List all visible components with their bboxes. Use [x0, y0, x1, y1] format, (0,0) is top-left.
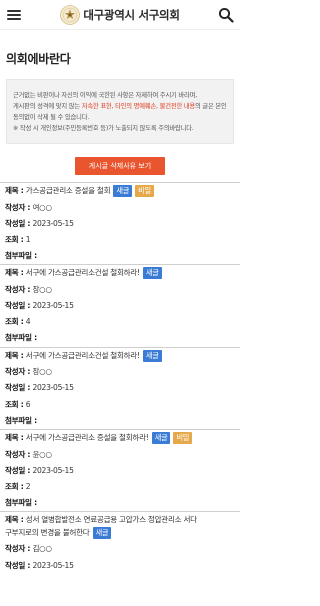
secret-badge: 비밀: [173, 432, 193, 444]
notice-line-1: 근거없는 비판이나 자신의 이익에 국한된 사항은 자제하여 주시기 바라며,: [13, 92, 198, 99]
secret-badge: 비밀: [135, 185, 154, 198]
post-date: 작성일 : 2023-05-15: [5, 560, 74, 570]
post-subject[interactable]: 제목 : 성서 열병합발전소 연료공급용 고압가스 정압관리소 서다 구부지로의 …: [5, 512, 235, 541]
post-item[interactable]: 제목 : 가스공급관리소 증설을 철회 새글 비밀 작성자 : 여○○ 작성일 …: [0, 183, 240, 264]
post-title[interactable]: 가스공급관리소 증설을 철회: [26, 186, 111, 195]
post-attachment: 첨부파일 :: [5, 333, 37, 343]
post-date: 작성일 : 2023-05-15: [5, 218, 74, 228]
site-logo[interactable]: 대구광역시 서구의회: [60, 4, 180, 25]
post-views: 조회 : 1: [5, 234, 31, 244]
search-icon[interactable]: [218, 7, 234, 23]
top-header: 대구광역시 서구의회: [0, 0, 240, 30]
post-subject[interactable]: 제목 : 서구에 가스공급관리소 증설을 철회하라! 새글 비밀: [5, 430, 235, 447]
board-notice: 근거없는 비판이나 자신의 이익에 국한된 사항은 자제하여 주시기 바라며, …: [6, 79, 234, 145]
post-subject[interactable]: 제목 : 서구에 가스공급관리소건설 철회하라! 새글: [5, 348, 235, 365]
post-title[interactable]: 서구에 가스공급관리소건설 철회하라!: [26, 351, 140, 360]
page-title: 의회에바란다: [6, 52, 71, 66]
post-date: 작성일 : 2023-05-15: [5, 301, 74, 311]
post-title[interactable]: 서구에 가스공급관리소 증설을 철회하라!: [26, 433, 149, 442]
new-badge: 새글: [92, 526, 112, 539]
post-author: 작성자 : 장○○: [5, 367, 52, 377]
council-seal-icon: [60, 4, 81, 25]
new-badge: 새글: [142, 349, 162, 362]
post-item[interactable]: 제목 : 성서 열병합발전소 연료공급용 고압가스 정압관리소 서다 구부지로의 …: [0, 512, 240, 573]
post-date: 작성일 : 2023-05-15: [5, 383, 74, 393]
post-author: 작성자 : 여○○: [5, 202, 52, 212]
post-date: 작성일 : 2023-05-15: [5, 465, 74, 475]
new-badge: 새글: [142, 267, 162, 280]
post-views: 조회 : 2: [5, 481, 31, 491]
post-list: 제목 : 가스공급관리소 증설을 철회 새글 비밀 작성자 : 여○○ 작성일 …: [0, 182, 240, 574]
post-subject[interactable]: 제목 : 서구에 가스공급관리소건설 철회하라! 새글: [5, 265, 235, 282]
post-views: 조회 : 6: [5, 399, 31, 409]
post-subject[interactable]: 제목 : 가스공급관리소 증설을 철회 새글 비밀: [5, 183, 235, 200]
post-item[interactable]: 제목 : 서구에 가스공급관리소건설 철회하라! 새글 작성자 : 장○○ 작성…: [0, 348, 240, 429]
post-title-cont[interactable]: 구부지로의 변경을 불허한다: [5, 528, 90, 537]
notice-line-2: 게시판의 성격에 맞지 않는 저속한 표현, 타인의 명예훼손, 불건전한 내용…: [13, 103, 227, 122]
post-author: 작성자 : 장○○: [5, 284, 52, 294]
notice-line-3: ※ 작성 시 개인정보(주민등록번호 등)가 노출되지 않도록 주의바랍니다.: [13, 125, 194, 133]
new-badge: 새글: [151, 432, 171, 444]
deletion-reason-button[interactable]: 게시글 삭제사유 보기: [74, 157, 166, 176]
hamburger-icon[interactable]: [6, 8, 22, 22]
post-author: 작성자 : 김○○: [5, 544, 52, 554]
post-views: 조회 : 4: [5, 317, 31, 327]
post-item[interactable]: 제목 : 서구에 가스공급관리소 증설을 철회하라! 새글 비밀 작성자 : 윤…: [0, 430, 240, 511]
post-title[interactable]: 성서 열병합발전소 연료공급용 고압가스 정압관리소 서다: [26, 515, 197, 524]
new-badge: 새글: [113, 185, 133, 198]
post-item[interactable]: 제목 : 서구에 가스공급관리소건설 철회하라! 새글 작성자 : 장○○ 작성…: [0, 265, 240, 346]
post-attachment: 첨부파일 :: [5, 415, 37, 425]
post-title[interactable]: 서구에 가스공급관리소건설 철회하라!: [26, 268, 140, 277]
post-attachment: 첨부파일 :: [5, 251, 37, 261]
post-author: 작성자 : 윤○○: [5, 449, 52, 459]
site-title: 대구광역시 서구의회: [83, 7, 180, 22]
notice-warning-text: 저속한 표현, 타인의 명예훼손, 불건전한 내용: [81, 103, 196, 111]
post-attachment: 첨부파일 :: [5, 498, 37, 508]
